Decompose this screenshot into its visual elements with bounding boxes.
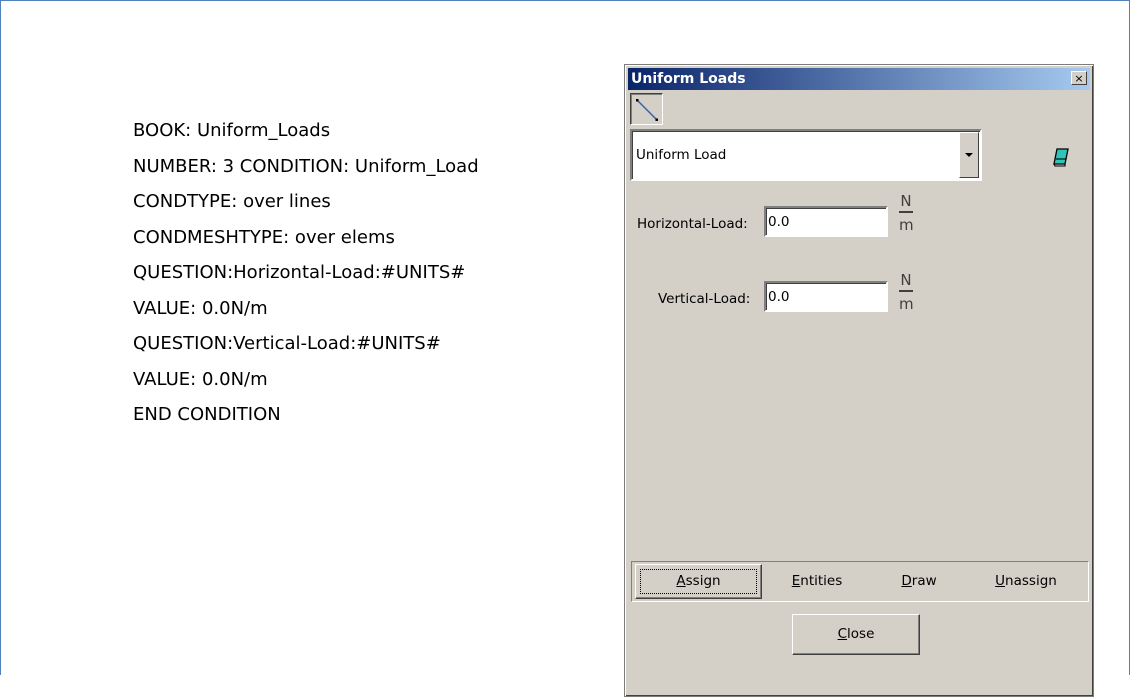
book-icon[interactable] [1052,147,1070,167]
button-label: nassign [1005,573,1057,589]
unit-denominator: m [899,215,914,234]
mnemonic: D [901,573,912,589]
action-button-row: Assign Entities Draw Unassign [631,561,1089,602]
uniform-loads-dialog: Uniform Loads × Uniform Load Horizontal-… [624,64,1094,697]
definition-line: CONDMESHTYPE: over elems [133,226,395,248]
close-button[interactable]: Close [792,614,920,655]
line-entity-button[interactable] [630,93,663,125]
fraction-bar [899,211,913,213]
button-label: lose [847,626,875,642]
button-label: ntities [800,573,843,589]
mnemonic: C [837,626,848,642]
dialog-title: Uniform Loads [631,71,746,87]
focus-rect [640,569,757,594]
unit-numerator: N [900,192,912,210]
condition-definition-text: BOOK: Uniform_Loads NUMBER: 3 CONDITION:… [133,120,479,440]
dialog-titlebar[interactable]: Uniform Loads × [628,68,1090,90]
unit-numerator: N [900,271,912,289]
mnemonic: U [995,573,1006,589]
condition-select[interactable]: Uniform Load [630,129,982,181]
definition-line: QUESTION:Horizontal-Load:#UNITS# [133,262,466,283]
chevron-down-icon[interactable] [959,132,979,178]
vertical-load-input[interactable]: 0.0 [764,281,888,312]
draw-button[interactable]: Draw [884,564,954,599]
assign-button[interactable]: Assign [635,564,762,599]
entities-button[interactable]: Entities [777,564,857,599]
button-label: raw [911,573,937,589]
definition-line: VALUE: 0.0N/m [133,297,268,319]
fraction-bar [899,290,913,292]
definition-line: NUMBER: 3 CONDITION: Uniform_Load [133,155,479,177]
definition-line: END CONDITION [133,404,281,425]
line-icon [636,99,658,121]
definition-line: VALUE: 0.0N/m [133,368,268,390]
mnemonic: E [791,573,801,589]
definition-line: CONDTYPE: over lines [133,191,331,212]
unit-denominator: m [899,294,914,313]
close-icon[interactable]: × [1071,71,1087,85]
condition-select-value: Uniform Load [636,147,727,163]
horizontal-load-input[interactable]: 0.0 [764,206,888,237]
definition-line: BOOK: Uniform_Loads [133,120,331,141]
definition-line: QUESTION:Vertical-Load:#UNITS# [133,333,441,354]
vertical-load-unit: N m [899,271,914,313]
unassign-button[interactable]: Unassign [981,564,1071,599]
vertical-load-label: Vertical-Load: [658,291,751,307]
horizontal-load-label: Horizontal-Load: [637,216,748,232]
horizontal-load-unit: N m [899,192,914,234]
